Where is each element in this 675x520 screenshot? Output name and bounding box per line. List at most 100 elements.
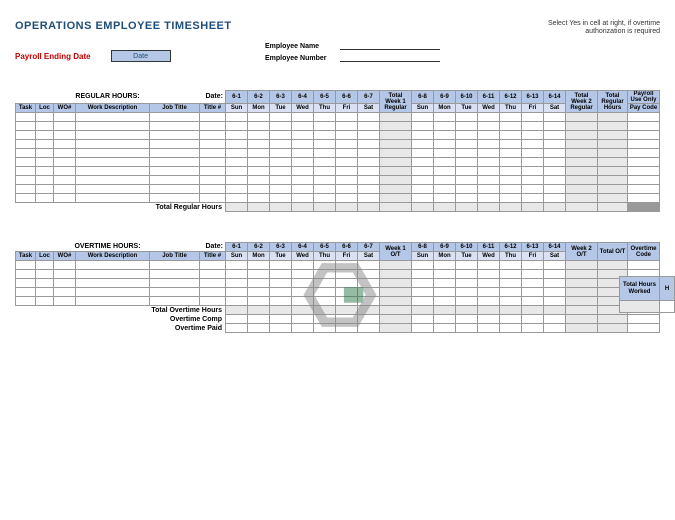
total-overtime-label: Total Overtime Hours <box>16 306 226 315</box>
payroll-use-header: Payroll Use Only <box>628 91 660 104</box>
dow-tue-2: Tue <box>456 104 478 113</box>
dow-fri: Fri <box>336 104 358 113</box>
col-loc: Loc <box>36 104 54 113</box>
dow-mon-2: Mon <box>434 104 456 113</box>
week2-ot-header: Week 2 O/T <box>566 243 598 261</box>
total-hours-worked-header: Total Hours Worked <box>620 277 660 301</box>
table-row[interactable] <box>16 131 660 140</box>
footer-h-header: H <box>660 277 675 301</box>
date-6-6: 6-6 <box>336 91 358 104</box>
ot-date-6-2: 6-2 <box>248 243 270 252</box>
ot-col-task: Task <box>16 252 36 261</box>
dow-sun-2: Sun <box>412 104 434 113</box>
table-row[interactable] <box>16 297 660 306</box>
dow-fri-2: Fri <box>522 104 544 113</box>
ot-col-job: Job Title <box>150 252 200 261</box>
ot-date-6-8: 6-8 <box>412 243 434 252</box>
ot-dow-thu: Thu <box>314 252 336 261</box>
dow-sat-2: Sat <box>544 104 566 113</box>
ot-date-6-9: 6-9 <box>434 243 456 252</box>
ot-dow-sat: Sat <box>358 252 380 261</box>
total-week1-header: Total Week 1 Regular <box>380 91 412 113</box>
ot-date-6-10: 6-10 <box>456 243 478 252</box>
ot-date-6-12: 6-12 <box>500 243 522 252</box>
dow-sat: Sat <box>358 104 380 113</box>
date-6-13: 6-13 <box>522 91 544 104</box>
footer-summary: Total Hours Worked H <box>619 276 675 313</box>
total-regular-label: Total Regular Hours <box>16 203 226 212</box>
dow-mon: Mon <box>248 104 270 113</box>
table-row[interactable] <box>16 270 660 279</box>
date-6-8: 6-8 <box>412 91 434 104</box>
ot-dow-thu-2: Thu <box>500 252 522 261</box>
date-6-14: 6-14 <box>544 91 566 104</box>
ot-dow-sun: Sun <box>226 252 248 261</box>
total-week2-header: Total Week 2 Regular <box>566 91 598 113</box>
date-6-11: 6-11 <box>478 91 500 104</box>
date-6-5: 6-5 <box>314 91 336 104</box>
overtime-hours-table: OVERTIME HOURS: Date: 6-1 6-2 6-3 6-4 6-… <box>15 242 660 333</box>
table-row[interactable] <box>16 140 660 149</box>
ot-dow-mon-2: Mon <box>434 252 456 261</box>
paycode-header: Pay Code <box>628 104 660 113</box>
ot-col-loc: Loc <box>36 252 54 261</box>
ot-date-6-6: 6-6 <box>336 243 358 252</box>
ot-date-6-7: 6-7 <box>358 243 380 252</box>
note-line-2: authorization is required <box>548 28 660 36</box>
ot-dow-mon: Mon <box>248 252 270 261</box>
overtime-hours-title: OVERTIME HOURS: <box>74 243 140 250</box>
table-row[interactable] <box>16 149 660 158</box>
ot-date-6-13: 6-13 <box>522 243 544 252</box>
date-6-9: 6-9 <box>434 91 456 104</box>
ot-code-header: Overtime Code <box>628 243 660 261</box>
table-row[interactable] <box>16 185 660 194</box>
ot-dow-sun-2: Sun <box>412 252 434 261</box>
dow-wed-2: Wed <box>478 104 500 113</box>
date-label-ot: Date: <box>200 243 226 252</box>
ot-date-6-1: 6-1 <box>226 243 248 252</box>
table-row[interactable] <box>16 113 660 122</box>
ot-date-6-11: 6-11 <box>478 243 500 252</box>
employee-name-label: Employee Name <box>265 43 340 50</box>
regular-hours-title: REGULAR HOURS: <box>75 93 139 100</box>
ot-dow-tue-2: Tue <box>456 252 478 261</box>
ot-date-6-4: 6-4 <box>292 243 314 252</box>
regular-hours-table: REGULAR HOURS: Date: 6-1 6-2 6-3 6-4 6-5… <box>15 90 660 212</box>
ot-dow-tue: Tue <box>270 252 292 261</box>
ot-dow-fri-2: Fri <box>522 252 544 261</box>
date-6-7: 6-7 <box>358 91 380 104</box>
dow-thu: Thu <box>314 104 336 113</box>
total-regular-hours-header: Total Regular Hours <box>598 91 628 113</box>
table-row[interactable] <box>16 288 660 297</box>
overtime-paid-label: Overtime Paid <box>16 324 226 333</box>
dow-thu-2: Thu <box>500 104 522 113</box>
date-6-1: 6-1 <box>226 91 248 104</box>
table-row[interactable] <box>16 261 660 270</box>
table-row[interactable] <box>16 176 660 185</box>
col-task: Task <box>16 104 36 113</box>
ot-dow-sat-2: Sat <box>544 252 566 261</box>
table-row[interactable] <box>16 279 660 288</box>
total-ot-header: Total O/T <box>598 243 628 261</box>
date-6-10: 6-10 <box>456 91 478 104</box>
dow-sun: Sun <box>226 104 248 113</box>
table-row[interactable] <box>16 167 660 176</box>
table-row[interactable] <box>16 158 660 167</box>
overtime-comp-label: Overtime Comp <box>16 315 226 324</box>
date-6-12: 6-12 <box>500 91 522 104</box>
date-label: Date: <box>200 91 226 104</box>
table-row[interactable] <box>16 122 660 131</box>
total-regular-row: Total Regular Hours <box>16 203 660 212</box>
employee-name-field[interactable] <box>340 41 440 50</box>
table-row[interactable] <box>16 194 660 203</box>
dow-wed: Wed <box>292 104 314 113</box>
ot-dow-wed: Wed <box>292 252 314 261</box>
overtime-comp-row: Overtime Comp <box>16 315 660 324</box>
overtime-note: Select Yes in cell at right, if overtime… <box>548 20 660 37</box>
overtime-paid-row: Overtime Paid <box>16 324 660 333</box>
payroll-ending-date-field[interactable]: Date <box>111 50 171 62</box>
employee-number-field[interactable] <box>340 53 440 62</box>
ot-dow-fri: Fri <box>336 252 358 261</box>
date-6-4: 6-4 <box>292 91 314 104</box>
week1-ot-header: Week 1 O/T <box>380 243 412 261</box>
